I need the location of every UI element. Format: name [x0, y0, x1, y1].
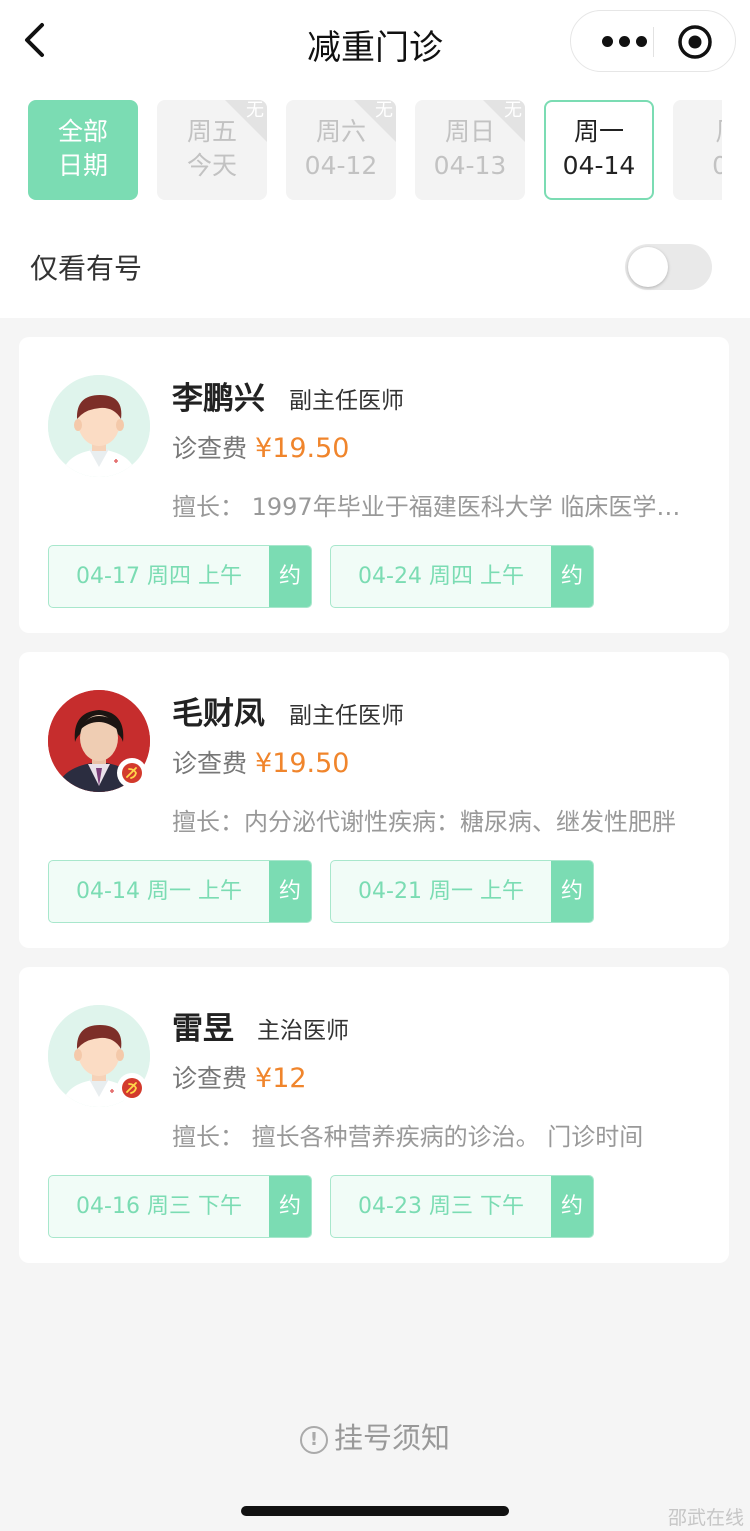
date-tab-line2: 今天 [186, 151, 237, 180]
book-button[interactable]: 约 [551, 546, 593, 607]
doctor-title: 副主任医师 [289, 388, 404, 414]
fee-row: 诊查费 ¥19.50 [172, 429, 350, 465]
appointment-slot[interactable]: 04-24 周四 上午 约 [330, 545, 594, 608]
doctor-card[interactable]: 雷昱 主治医师 诊查费 ¥12 擅长： 擅长各种营养疾病的诊治。 门诊时间 04-… [19, 967, 729, 1263]
fee-label: 诊查费 [172, 1064, 248, 1093]
book-button[interactable]: 约 [551, 1176, 593, 1237]
date-tab-line2: 04-12 [304, 151, 378, 180]
more-button[interactable] [593, 11, 655, 71]
info-icon: ! [299, 1426, 328, 1454]
slot-time: 04-16 周三 下午 [76, 1194, 242, 1219]
appointment-slot[interactable]: 04-17 周四 上午 约 [48, 545, 312, 608]
date-tab-line1: 周一 [573, 117, 624, 146]
fee-price: ¥19.50 [255, 748, 350, 779]
date-tab[interactable]: 无 周日 04-13 [415, 100, 525, 200]
more-dot-icon [635, 35, 647, 47]
registration-notice-label: 挂号须知 [333, 1421, 450, 1455]
registration-notice-link[interactable]: ! 挂号须知 [0, 1415, 750, 1457]
doctor-card[interactable]: 李鹏兴 副主任医师 诊查费 ¥19.50 擅长： 1997年毕业于福建医科大学 临… [19, 337, 729, 633]
doctor-title: 主治医师 [257, 1018, 349, 1044]
more-dot-icon [601, 35, 613, 47]
doctor-name: 毛财凤 [172, 696, 265, 732]
slot-time: 04-17 周四 上午 [76, 564, 242, 589]
date-selector: 全部 日期 无 周五 今天 无 周六 04-12 无 周日 04-13 周一 0… [28, 100, 722, 200]
close-mini-program-button[interactable] [677, 24, 713, 60]
toggle-knob [628, 247, 668, 287]
appointment-slot[interactable]: 04-21 周一 上午 约 [330, 860, 594, 923]
fee-price: ¥19.50 [255, 433, 350, 464]
fee-row: 诊查费 ¥12 [172, 1059, 307, 1095]
fee-price: ¥12 [255, 1063, 307, 1094]
nav-bar: 减重门诊 [0, 0, 750, 84]
unavailable-tag: 无 [504, 100, 522, 121]
date-tab[interactable]: 无 周六 04-12 [286, 100, 396, 200]
date-tab-line1: 全部 [57, 117, 108, 146]
party-badge-icon [117, 758, 147, 788]
date-tab-line2: 04-13 [433, 151, 507, 180]
home-indicator [241, 1506, 509, 1516]
unavailable-tag: 无 [246, 100, 264, 121]
capsule-divider [653, 27, 654, 57]
date-tab-all[interactable]: 全部 日期 [28, 100, 138, 200]
fee-row: 诊查费 ¥19.50 [172, 744, 350, 780]
book-button[interactable]: 约 [269, 546, 311, 607]
unavailable-tag: 无 [375, 100, 393, 121]
mini-program-capsule [570, 10, 736, 72]
doctor-name: 李鹏兴 [172, 381, 265, 417]
book-button[interactable]: 约 [269, 1176, 311, 1237]
slot-time: 04-23 周三 下午 [358, 1194, 524, 1219]
appointment-slot[interactable]: 04-23 周三 下午 约 [330, 1175, 594, 1238]
date-tab-selected[interactable]: 周一 04-14 [544, 100, 654, 200]
party-badge-icon [117, 1073, 147, 1103]
more-dot-icon [618, 35, 630, 47]
date-tab[interactable]: 无 周五 今天 [157, 100, 267, 200]
date-tab-line1: 周 [673, 115, 722, 149]
appointment-slot[interactable]: 04-14 周一 上午 约 [48, 860, 312, 923]
date-tab[interactable]: 周 04 [673, 100, 722, 200]
watermark: 邵武在线 [667, 1507, 744, 1529]
slot-time: 04-21 周一 上午 [358, 879, 524, 904]
doctor-specialty: 擅长： 1997年毕业于福建医科大学 临床医学专业 [172, 493, 692, 521]
doctor-male-avatar [48, 375, 150, 477]
target-icon [678, 25, 712, 59]
doctor-specialty: 擅长：内分泌代谢性疾病：糖尿病、继发性肥胖 [172, 808, 676, 836]
available-only-label: 仅看有号 [30, 252, 143, 285]
book-button[interactable]: 约 [551, 861, 593, 922]
fee-label: 诊查费 [172, 749, 248, 778]
doctor-specialty: 擅长： 擅长各种营养疾病的诊治。 门诊时间 [172, 1123, 644, 1151]
doctor-card[interactable]: 毛财凤 副主任医师 诊查费 ¥19.50 擅长：内分泌代谢性疾病：糖尿病、继发性肥… [19, 652, 729, 948]
doctor-title: 副主任医师 [289, 703, 404, 729]
book-button[interactable]: 约 [269, 861, 311, 922]
doctor-avatar-icon [48, 375, 150, 477]
date-tab-line2: 04 [712, 151, 722, 180]
date-tab-line2: 日期 [57, 151, 108, 180]
slot-time: 04-14 周一 上午 [76, 879, 242, 904]
date-tab-line2: 04-14 [562, 151, 636, 180]
header-area: 减重门诊 全部 日期 无 周五 今天 无 周六 04-12 无 周日 04-13… [0, 0, 750, 318]
slot-time: 04-24 周四 上午 [358, 564, 524, 589]
fee-label: 诊查费 [172, 434, 248, 463]
appointment-slot[interactable]: 04-16 周三 下午 约 [48, 1175, 312, 1238]
doctor-name: 雷昱 [172, 1011, 234, 1047]
available-only-toggle[interactable] [625, 244, 712, 290]
